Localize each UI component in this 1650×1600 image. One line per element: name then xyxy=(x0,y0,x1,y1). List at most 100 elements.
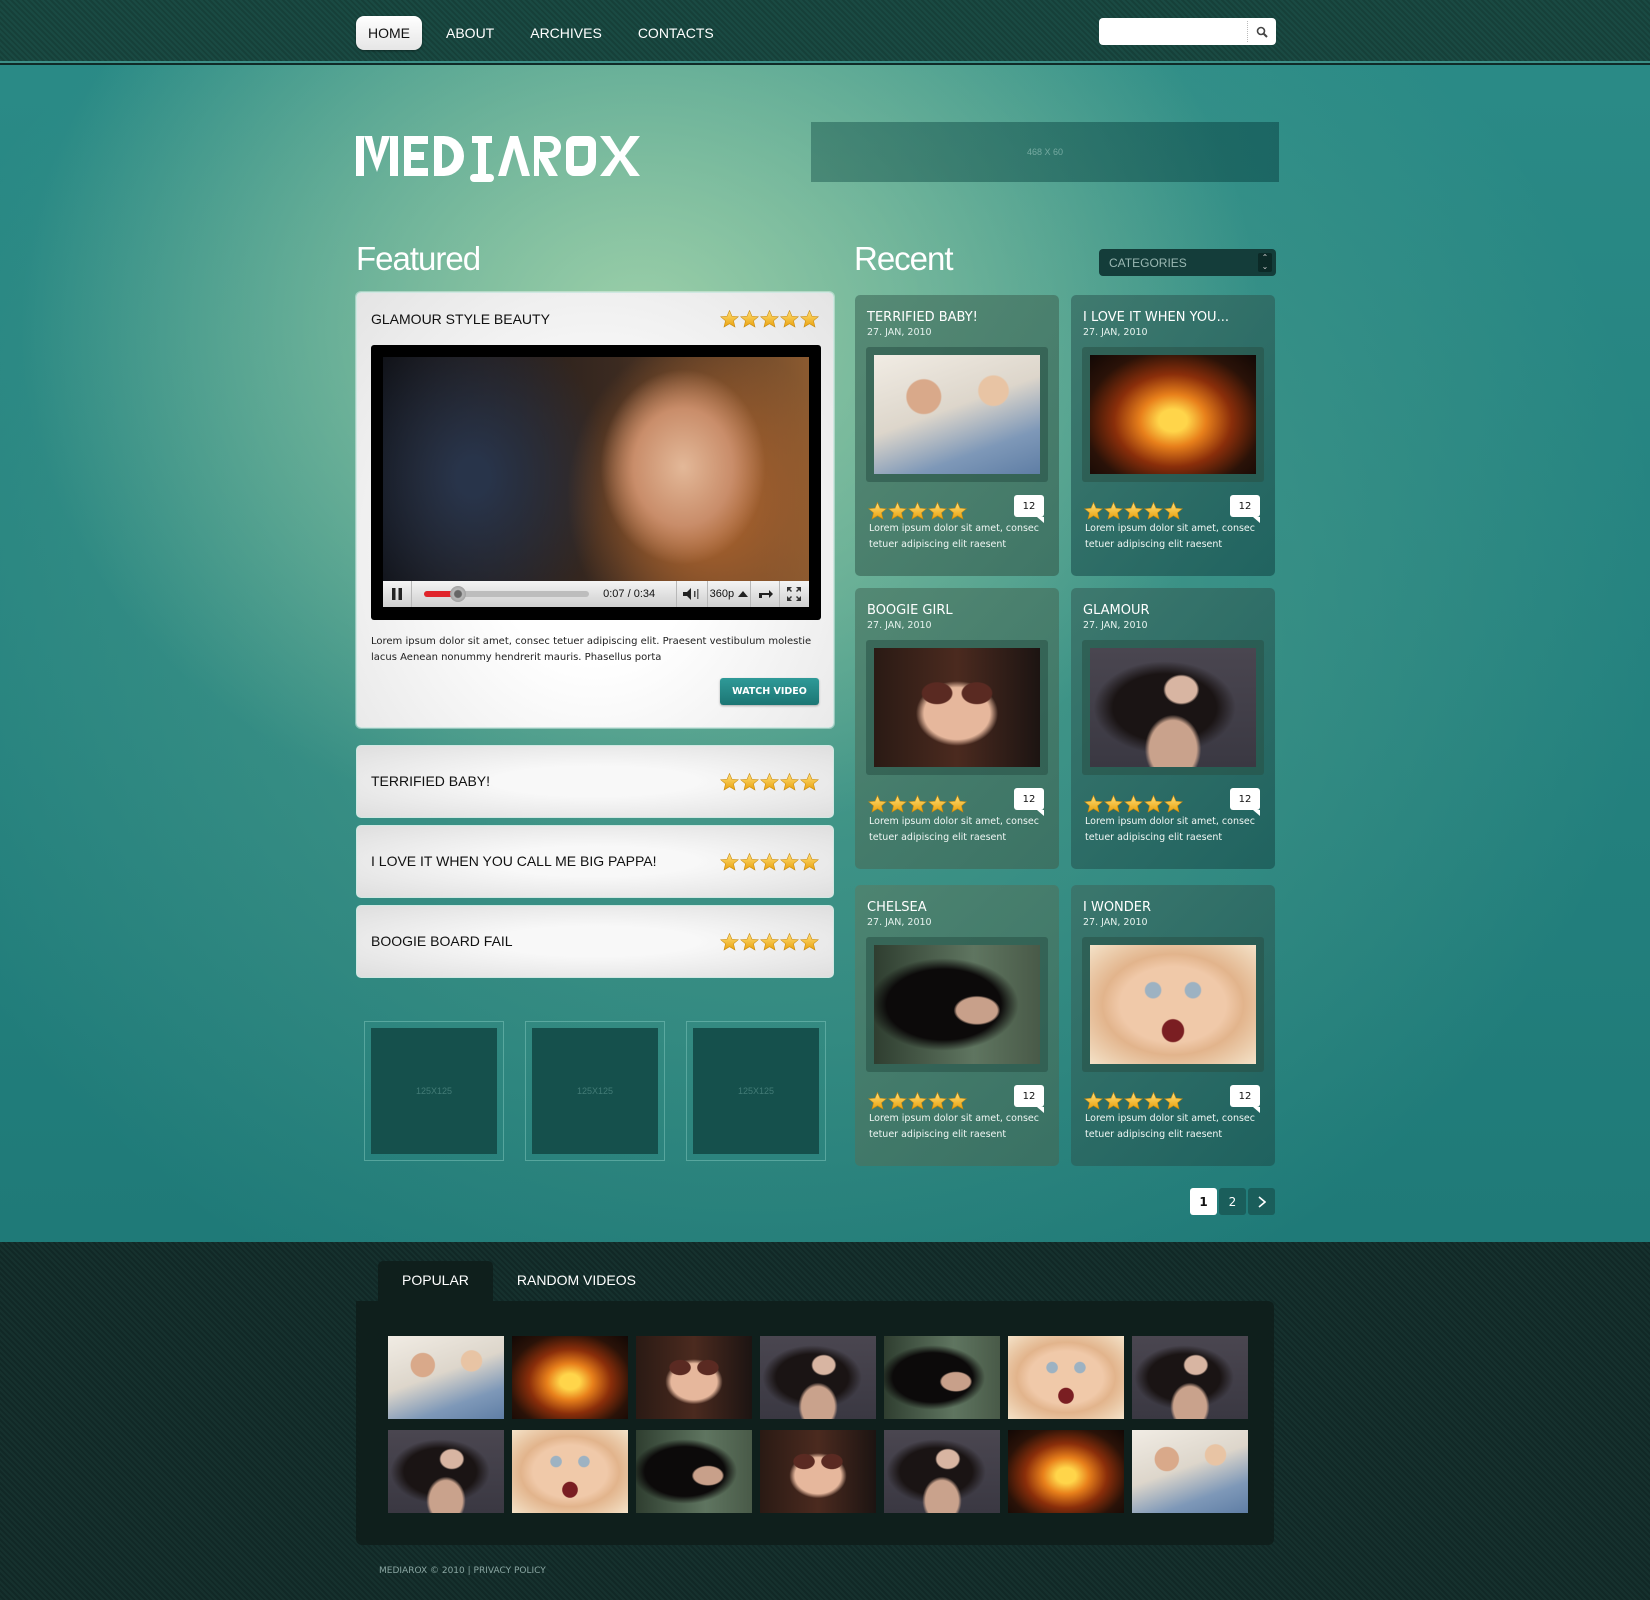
comment-count-bubble[interactable]: 12 xyxy=(1230,788,1260,816)
tab-popular[interactable]: POPULAR xyxy=(378,1261,493,1301)
card-rating[interactable] xyxy=(1083,1092,1183,1110)
star-icon xyxy=(888,795,907,813)
comment-count-bubble[interactable]: 12 xyxy=(1014,788,1044,816)
categories-select[interactable]: CATEGORIES ⌃ ⌄ xyxy=(1099,249,1276,276)
watch-video-button[interactable]: WATCH VIDEO xyxy=(720,678,819,705)
card-title[interactable]: I LOVE IT WHEN YOU... xyxy=(1083,310,1229,325)
quality-button[interactable]: 360p xyxy=(708,581,751,607)
gallery-thumbnail[interactable] xyxy=(636,1336,752,1419)
featured-list-item[interactable]: I LOVE IT WHEN YOU CALL ME BIG PAPPA! xyxy=(356,825,834,898)
gallery-thumbnail[interactable] xyxy=(388,1336,504,1419)
ad-square-125[interactable]: 125X125 xyxy=(525,1021,665,1161)
comment-count: 12 xyxy=(1022,500,1036,512)
ad-square-label: 125X125 xyxy=(532,1028,658,1154)
card-rating[interactable] xyxy=(1083,502,1183,520)
star-icon xyxy=(1144,795,1163,813)
video-time-display: 0:07 / 0:34 xyxy=(599,581,677,607)
gallery-thumbnail[interactable] xyxy=(1132,1336,1248,1419)
nav-home[interactable]: HOME xyxy=(356,16,422,50)
ad-banner-468x60[interactable]: 468 X 60 xyxy=(811,122,1279,182)
gallery-thumbnail[interactable] xyxy=(760,1336,876,1419)
tab-random-videos[interactable]: RANDOM VIDEOS xyxy=(493,1261,660,1301)
card-date: 27. JAN, 2010 xyxy=(867,917,932,928)
gallery-thumbnail[interactable] xyxy=(512,1336,628,1419)
ad-square-125[interactable]: 125X125 xyxy=(686,1021,826,1161)
card-title[interactable]: BOOGIE GIRL xyxy=(867,603,953,618)
featured-video-title[interactable]: GLAMOUR STYLE BEAUTY xyxy=(371,311,550,327)
site-logo[interactable] xyxy=(354,128,644,188)
pause-button[interactable] xyxy=(383,581,413,607)
nav-about[interactable]: ABOUT xyxy=(434,16,506,50)
gallery-thumbnail[interactable] xyxy=(1132,1430,1248,1513)
recent-section-title: Recent xyxy=(854,240,954,277)
video-player[interactable]: 0:07 / 0:34 360p xyxy=(371,345,821,620)
card-thumbnail[interactable] xyxy=(1082,937,1264,1072)
list-item-rating[interactable] xyxy=(719,853,819,871)
star-icon xyxy=(780,310,799,328)
gallery-thumbnail[interactable] xyxy=(388,1430,504,1513)
card-rating[interactable] xyxy=(867,502,967,520)
page-2-button[interactable]: 2 xyxy=(1219,1188,1246,1215)
nav-archives[interactable]: ARCHIVES xyxy=(518,16,614,50)
featured-rating[interactable] xyxy=(719,310,819,328)
star-icon xyxy=(888,1092,907,1110)
video-progress-bar[interactable] xyxy=(424,586,590,602)
search-input[interactable] xyxy=(1099,19,1247,44)
featured-section-title: Featured xyxy=(356,240,481,277)
page-1-button[interactable]: 1 xyxy=(1190,1188,1217,1215)
comment-count-bubble[interactable]: 12 xyxy=(1230,495,1260,523)
comment-count-bubble[interactable]: 12 xyxy=(1014,1085,1044,1113)
privacy-policy-link[interactable]: PRIVACY POLICY xyxy=(474,1566,546,1576)
volume-button[interactable] xyxy=(677,581,708,607)
gallery-thumbnail[interactable] xyxy=(512,1430,628,1513)
gallery-thumbnail[interactable] xyxy=(1008,1430,1124,1513)
next-page-button[interactable] xyxy=(1248,1188,1275,1215)
star-icon xyxy=(868,795,887,813)
star-icon xyxy=(868,502,887,520)
star-icon xyxy=(1084,1092,1103,1110)
card-description: Lorem ipsum dolor sit amet, consec tetue… xyxy=(869,1113,1039,1140)
gallery-thumbnail[interactable] xyxy=(636,1430,752,1513)
card-thumbnail[interactable] xyxy=(866,347,1048,482)
video-frame-portrait[interactable] xyxy=(383,357,809,582)
card-thumbnail[interactable] xyxy=(1082,640,1264,775)
card-title[interactable]: GLAMOUR xyxy=(1083,603,1150,618)
fullscreen-button[interactable] xyxy=(780,581,809,607)
card-title[interactable]: I WONDER xyxy=(1083,900,1151,915)
card-rating[interactable] xyxy=(1083,795,1183,813)
star-icon xyxy=(760,773,779,791)
recent-video-card: CHELSEA 27. JAN, 2010 12 Lorem ipsum dolor … xyxy=(855,885,1059,1166)
card-thumbnail[interactable] xyxy=(1082,347,1264,482)
card-title[interactable]: TERRIFIED BABY! xyxy=(867,310,978,325)
list-item-title: BOOGIE BOARD FAIL xyxy=(371,933,513,949)
popout-button[interactable] xyxy=(751,581,780,607)
card-description: Lorem ipsum dolor sit amet, consec tetue… xyxy=(1085,816,1255,843)
nav-contacts[interactable]: CONTACTS xyxy=(626,16,726,50)
card-rating[interactable] xyxy=(867,795,967,813)
search-button[interactable] xyxy=(1247,21,1275,42)
ad-square-125[interactable]: 125X125 xyxy=(364,1021,504,1161)
card-description: Lorem ipsum dolor sit amet, consec tetue… xyxy=(1085,1113,1255,1140)
comment-count: 12 xyxy=(1022,1090,1036,1102)
featured-list-item[interactable]: BOOGIE BOARD FAIL xyxy=(356,905,834,978)
comment-count-bubble[interactable]: 12 xyxy=(1014,495,1044,523)
card-date: 27. JAN, 2010 xyxy=(1083,620,1148,631)
gallery-thumbnail[interactable] xyxy=(760,1430,876,1513)
card-thumbnail[interactable] xyxy=(866,640,1048,775)
card-rating[interactable] xyxy=(867,1092,967,1110)
list-item-rating[interactable] xyxy=(719,933,819,951)
card-thumbnail[interactable] xyxy=(866,937,1048,1072)
comment-count-bubble[interactable]: 12 xyxy=(1230,1085,1260,1113)
star-icon xyxy=(780,773,799,791)
comment-count: 12 xyxy=(1238,793,1252,805)
video-scrubber-knob[interactable] xyxy=(450,586,467,602)
gallery-thumbnail[interactable] xyxy=(1008,1336,1124,1419)
star-icon xyxy=(1144,502,1163,520)
card-title[interactable]: CHELSEA xyxy=(867,900,927,915)
gallery-thumbnail[interactable] xyxy=(884,1430,1000,1513)
star-icon xyxy=(800,310,819,328)
fullscreen-icon xyxy=(787,587,802,601)
featured-list-item[interactable]: TERRIFIED BABY! xyxy=(356,745,834,818)
list-item-rating[interactable] xyxy=(719,773,819,791)
gallery-thumbnail[interactable] xyxy=(884,1336,1000,1419)
